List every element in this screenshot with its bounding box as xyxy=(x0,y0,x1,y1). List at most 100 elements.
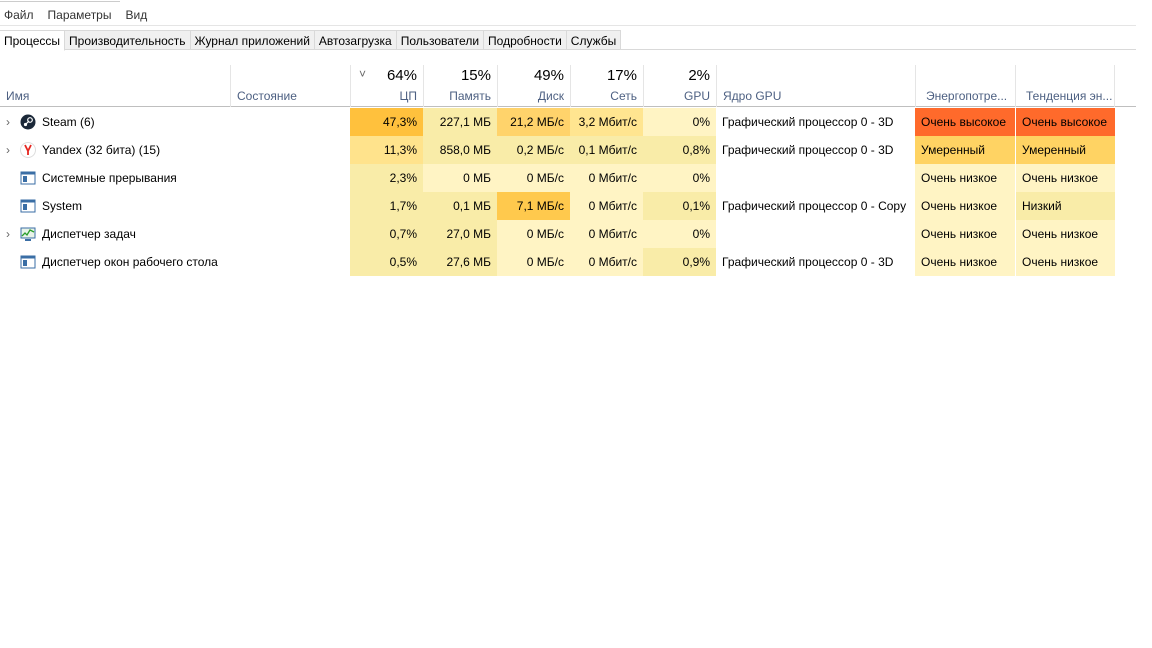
tab-details[interactable]: Подробности xyxy=(484,30,567,50)
column-power-trend[interactable]: Тенденция эн... xyxy=(1015,65,1115,107)
net-cell: 0 Мбит/с xyxy=(570,220,643,248)
column-total: 2% xyxy=(688,67,710,84)
net-cell: 0,1 Мбит/с xyxy=(570,136,643,164)
menu-file[interactable]: Файл xyxy=(4,8,34,22)
menu-options[interactable]: Параметры xyxy=(48,8,112,22)
tab-bar: Процессы Производительность Журнал прило… xyxy=(0,30,1136,51)
column-label: Тенденция эн... xyxy=(1026,89,1113,103)
process-name-cell: › Диспетчер задач xyxy=(0,220,230,248)
chevron-right-icon[interactable]: › xyxy=(6,220,20,248)
menu-view[interactable]: Вид xyxy=(125,8,147,22)
table-row[interactable]: System 1,7% 0,1 МБ 7,1 МБ/с 0 Мбит/с 0,1% Граф… xyxy=(0,192,1116,220)
table-row[interactable]: Диспетчер окон рабочего стола 0,5% 27,6 МБ… xyxy=(0,248,1116,276)
column-label: ЦП xyxy=(399,89,417,103)
state-cell xyxy=(230,108,350,136)
cpu-cell: 47,3% xyxy=(350,108,423,136)
disk-cell: 0 МБ/с xyxy=(497,164,570,192)
net-cell: 0 Мбит/с xyxy=(570,192,643,220)
process-name: Yandex (32 бита) (15) xyxy=(42,143,161,157)
column-cpu[interactable]: ˅ 64% ЦП xyxy=(350,65,423,107)
cpu-cell: 2,3% xyxy=(350,164,423,192)
column-network[interactable]: 17% Сеть xyxy=(570,65,643,107)
window-title-bar xyxy=(0,0,120,2)
column-label: Ядро GPU xyxy=(723,89,782,103)
net-cell: 3,2 Мбит/с xyxy=(570,108,643,136)
chevron-right-icon[interactable]: › xyxy=(6,108,20,136)
power-usage-cell: Очень низкое xyxy=(915,164,1015,192)
mem-cell: 27,0 МБ xyxy=(423,220,497,248)
column-total: 64% xyxy=(386,67,417,84)
tab-processes[interactable]: Процессы xyxy=(0,30,66,51)
column-label: Сеть xyxy=(610,89,637,103)
mem-cell: 227,1 МБ xyxy=(423,108,497,136)
disk-cell: 0 МБ/с xyxy=(497,248,570,276)
process-name-cell: › Yandex (32 бита) (15) xyxy=(0,136,230,164)
process-name-cell: Системные прерывания xyxy=(0,164,230,192)
column-power-usage[interactable]: Энергопотре... xyxy=(915,65,1015,107)
table-row[interactable]: › Диспетчер задач 0,7% 27,0 МБ 0 МБ/с 0 Мбит/… xyxy=(0,220,1116,248)
window-icon xyxy=(20,255,42,269)
column-gpu-core[interactable]: Ядро GPU xyxy=(716,65,915,107)
process-name-cell: › Steam (6) xyxy=(0,108,230,136)
disk-cell: 7,1 МБ/с xyxy=(497,192,570,220)
column-label: Имя xyxy=(6,89,30,103)
power-trend-cell: Очень низкое xyxy=(1015,248,1115,276)
gpu-cell: 0% xyxy=(643,108,716,136)
sort-chevron-down-icon: ˅ xyxy=(359,67,367,81)
power-trend-cell: Очень высокое xyxy=(1015,108,1115,136)
tab-users[interactable]: Пользователи xyxy=(396,30,485,50)
gpu-cell: 0% xyxy=(643,164,716,192)
gpu-cell: 0,8% xyxy=(643,136,716,164)
column-state[interactable]: Состояние xyxy=(230,65,350,107)
gpu-core-cell xyxy=(716,164,915,192)
process-name-cell: System xyxy=(0,192,230,220)
column-name[interactable]: Имя xyxy=(0,65,230,107)
gpu-core-cell: Графический процессор 0 - 3D xyxy=(722,115,894,129)
mem-cell: 0,1 МБ xyxy=(423,192,497,220)
gpu-cell: 0,9% xyxy=(643,248,716,276)
gpu-core-cell xyxy=(716,220,915,248)
state-cell xyxy=(230,164,350,192)
power-trend-cell: Очень низкое xyxy=(1015,164,1115,192)
column-disk[interactable]: 49% Диск xyxy=(497,65,570,107)
tab-services[interactable]: Службы xyxy=(566,30,622,50)
gpu-cell: 0% xyxy=(643,220,716,248)
column-label: GPU xyxy=(683,89,710,103)
mem-cell: 0 МБ xyxy=(423,164,497,192)
disk-cell: 0,2 МБ/с xyxy=(497,136,570,164)
column-label: Диск xyxy=(537,89,564,103)
state-cell xyxy=(230,248,350,276)
cpu-cell: 11,3% xyxy=(350,136,423,164)
column-label: Энергопотре... xyxy=(926,89,1008,103)
divider xyxy=(0,25,1136,26)
process-name: System xyxy=(42,199,83,213)
chevron-right-icon[interactable]: › xyxy=(6,136,20,164)
column-memory[interactable]: 15% Память xyxy=(423,65,497,107)
column-total: 15% xyxy=(460,67,491,84)
net-cell: 0 Мбит/с xyxy=(570,248,643,276)
column-gpu[interactable]: 2% GPU xyxy=(643,65,716,107)
yandex-icon xyxy=(20,141,42,158)
table-row[interactable]: › Yandex (32 бита) (15) 11,3% 858,0 МБ 0,2 М… xyxy=(0,136,1116,164)
process-name: Диспетчер задач xyxy=(42,227,136,241)
table-row[interactable]: › Steam (6) 47,3% 227,1 МБ 21,2 МБ/с 3,2 Мбит… xyxy=(0,108,1116,136)
process-name: Диспетчер окон рабочего стола xyxy=(42,255,218,269)
tab-startup[interactable]: Автозагрузка xyxy=(314,30,397,50)
mem-cell: 27,6 МБ xyxy=(423,248,497,276)
power-usage-cell: Очень низкое xyxy=(915,192,1015,220)
tab-performance[interactable]: Производительность xyxy=(65,30,191,50)
process-name: Системные прерывания xyxy=(42,171,177,185)
state-cell xyxy=(230,136,350,164)
column-total: 17% xyxy=(606,67,637,84)
gpu-core-cell: Графический процессор 0 - 3D xyxy=(722,255,894,269)
window-icon xyxy=(20,199,42,213)
gpu-core-cell: Графический процессор 0 - 3D xyxy=(722,143,894,157)
net-cell: 0 Мбит/с xyxy=(570,164,643,192)
state-cell xyxy=(230,192,350,220)
gpu-cell: 0,1% xyxy=(643,192,716,220)
tab-app-history[interactable]: Журнал приложений xyxy=(190,30,315,50)
mem-cell: 858,0 МБ xyxy=(423,136,497,164)
process-name-cell: Диспетчер окон рабочего стола xyxy=(0,248,230,276)
table-row[interactable]: Системные прерывания 2,3% 0 МБ 0 МБ/с 0 Мбит… xyxy=(0,164,1116,192)
state-cell xyxy=(230,220,350,248)
